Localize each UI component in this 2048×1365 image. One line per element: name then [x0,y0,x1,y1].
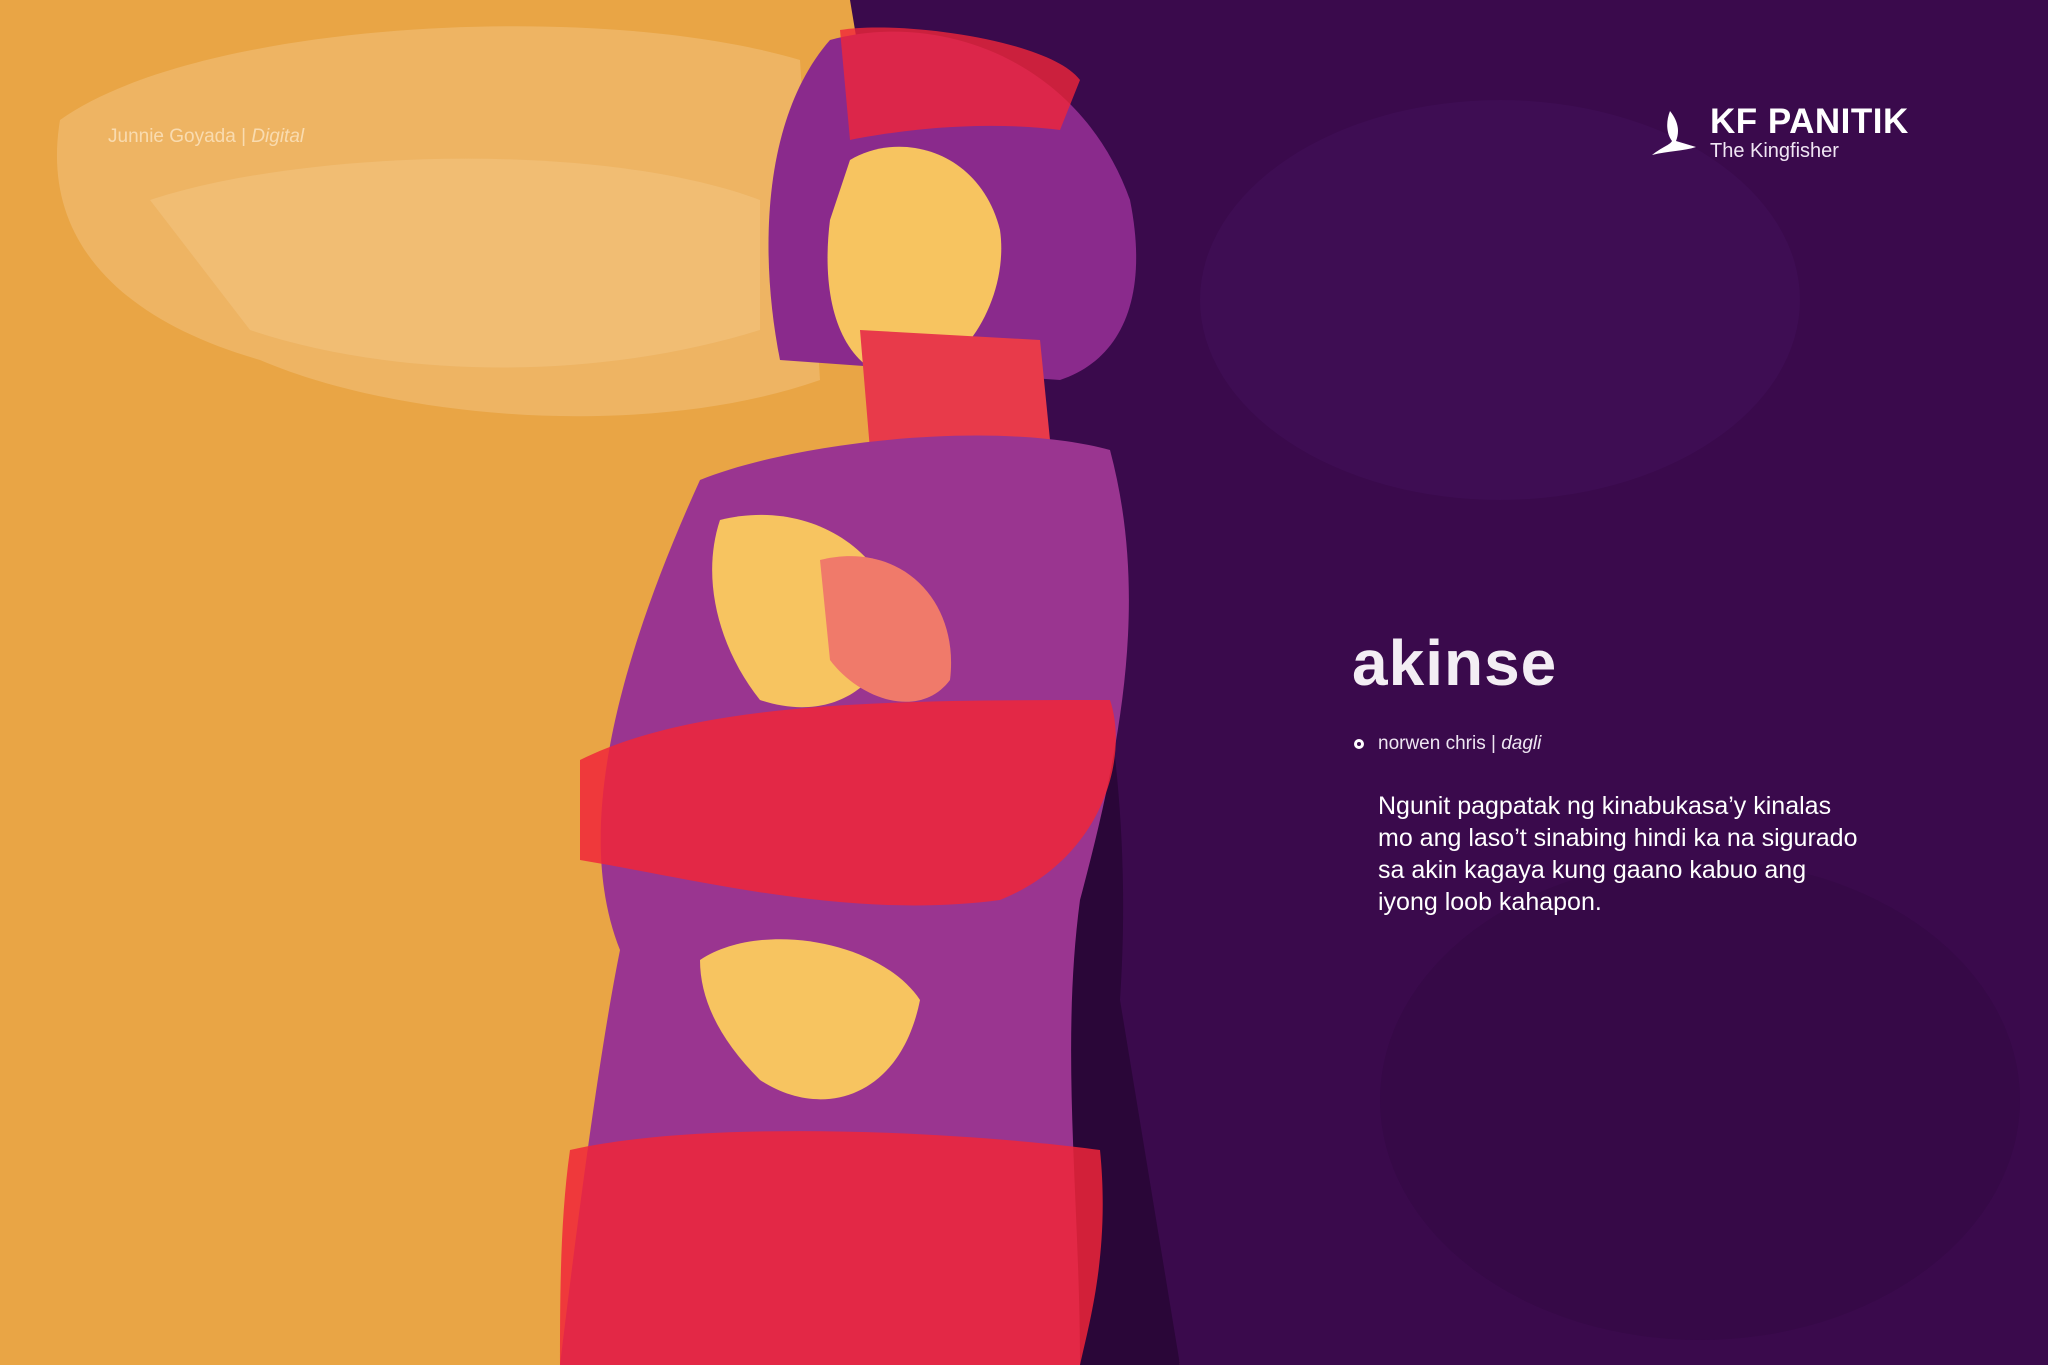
byline-separator: | [1491,733,1496,754]
logo-name: KF PANITIK [1710,102,1909,141]
piece-excerpt: Ngunit pagpatak ng kinabukasa’y kinalas … [1378,790,1898,918]
piece-title: akinse [1352,627,1558,699]
piece-byline: norwen chris | dagli [1354,733,1541,755]
logo-tagline: The Kingfisher [1710,140,1839,162]
kingfisher-bird-icon [1652,111,1696,155]
artwork-medium: Digital [251,126,305,147]
author-name: norwen chris [1378,733,1486,754]
excerpt-line: Ngunit pagpatak ng kinabukasa’y kinalas [1378,792,1832,820]
bullet-icon [1354,739,1364,749]
kf-panitik-logo: KF PANITIK The Kingfisher [1648,104,1909,162]
excerpt-line: iyong loob kahapon. [1378,888,1602,916]
piece-genre: dagli [1501,733,1542,754]
excerpt-line: mo ang laso’t sinabing hindi ka na sigur… [1378,824,1858,852]
artist-name: Junnie Goyada [108,126,236,147]
illustration-background [0,0,2048,1365]
artwork-credit: Junnie Goyada | Digital [108,126,304,148]
credit-separator: | [241,126,247,147]
excerpt-line: sa akin kagaya kung gaano kabuo ang [1378,856,1807,884]
